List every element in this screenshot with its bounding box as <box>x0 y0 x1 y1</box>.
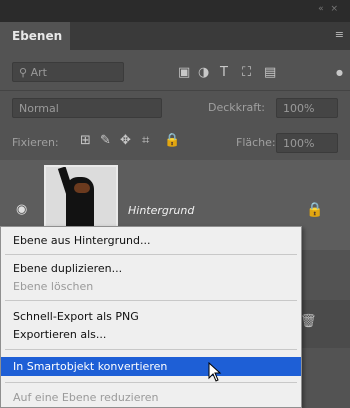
menu-item-label: Ebene aus Hintergrund... <box>13 234 151 247</box>
title-bar: « × <box>0 0 350 22</box>
menu-item-label: Ebene löschen <box>13 280 94 293</box>
layer-lock-icon[interactable]: 🔒 <box>306 202 323 218</box>
smartobject-filter-icon[interactable]: ▤ <box>264 66 276 80</box>
search-icon: ⚲ <box>19 66 28 79</box>
menu-item-ebene-loeschen[interactable]: Ebene löschen <box>1 277 301 296</box>
filter-kind-select[interactable]: ⚲ Art <box>12 62 124 82</box>
menu-separator <box>5 300 297 301</box>
layer-context-menu: Ebene aus Hintergrund... Ebene duplizier… <box>0 226 302 408</box>
lock-artboard-icon[interactable]: ⌗ <box>142 134 149 148</box>
menu-item-in-smartobjekt-konvertieren[interactable]: In Smartobjekt konvertieren <box>1 357 301 376</box>
text-filter-icon[interactable]: T <box>220 66 228 80</box>
pixel-filter-icon[interactable]: ▣ <box>178 66 190 80</box>
menu-item-label: Exportieren als... <box>13 328 107 341</box>
menu-item-label: Ebene duplizieren... <box>13 262 123 275</box>
fill-input[interactable]: 100% <box>276 133 338 153</box>
fill-label: Fläche: <box>236 136 276 149</box>
menu-item-schnell-export-png[interactable]: Schnell-Export als PNG <box>1 307 301 326</box>
visibility-eye-icon[interactable]: ◉ <box>16 202 27 217</box>
filter-kind-value: Art <box>30 66 47 79</box>
tab-label: Ebenen <box>12 29 63 43</box>
opacity-input[interactable]: 100% <box>276 98 338 118</box>
menu-item-ebene-duplizieren[interactable]: Ebene duplizieren... <box>1 259 301 278</box>
divider <box>0 90 350 91</box>
adjustment-filter-icon[interactable]: ◑ <box>198 66 209 80</box>
trash-icon[interactable]: 🗑 <box>300 314 317 329</box>
menu-separator <box>5 349 297 350</box>
menu-separator <box>5 254 297 255</box>
lock-position-icon[interactable]: ✥ <box>120 134 131 148</box>
lock-image-icon[interactable]: ✎ <box>100 134 111 148</box>
window-controls-icon[interactable]: « × <box>318 4 340 14</box>
menu-item-label: Auf eine Ebene reduzieren <box>13 391 159 404</box>
menu-item-ebene-aus-hintergrund[interactable]: Ebene aus Hintergrund... <box>1 231 301 250</box>
filter-toggle-icon[interactable]: ● <box>336 66 343 80</box>
opacity-value: 100% <box>283 102 315 115</box>
blend-mode-select[interactable]: Normal <box>12 98 162 118</box>
lock-label: Fixieren: <box>12 136 59 149</box>
menu-item-exportieren-als[interactable]: Exportieren als... <box>1 325 301 344</box>
panel-menu-icon[interactable]: ≡ <box>335 28 344 41</box>
mouse-pointer-icon <box>208 362 222 382</box>
blend-mode-value: Normal <box>19 102 59 115</box>
tab-ebenen[interactable]: Ebenen <box>0 22 70 50</box>
layer-name[interactable]: Hintergrund <box>128 204 194 217</box>
lock-all-icon[interactable]: 🔒 <box>164 134 180 148</box>
shape-filter-icon[interactable]: ⛶ <box>242 66 251 80</box>
opacity-label: Deckkraft: <box>208 101 265 114</box>
menu-item-auf-eine-ebene-reduzieren[interactable]: Auf eine Ebene reduzieren <box>1 388 301 407</box>
thumbnail-hair <box>74 183 90 193</box>
menu-item-label: Schnell-Export als PNG <box>13 310 139 323</box>
lock-transparent-icon[interactable]: ⊞ <box>80 134 91 148</box>
fill-value: 100% <box>283 137 315 150</box>
menu-item-label: In Smartobjekt konvertieren <box>13 360 168 373</box>
menu-separator <box>5 382 297 383</box>
panel-tab-row: Ebenen ≡ <box>0 22 350 50</box>
